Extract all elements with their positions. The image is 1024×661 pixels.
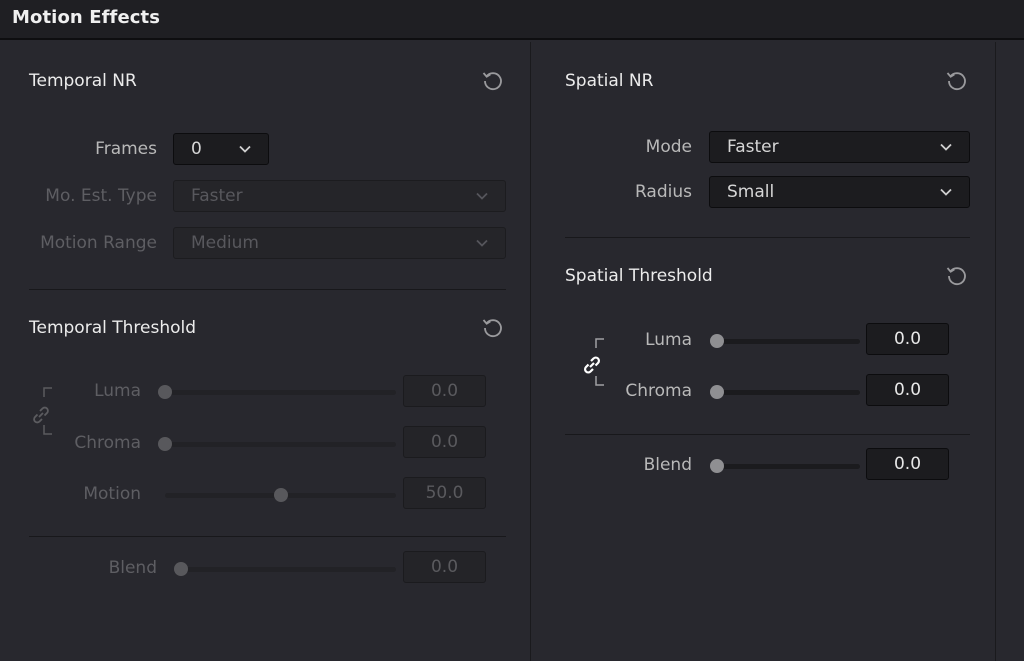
slider-knob[interactable] <box>174 562 188 576</box>
spatial-blend-label: Blend <box>643 455 692 475</box>
mo-est-type-label: Mo. Est. Type <box>45 186 157 206</box>
mode-value: Faster <box>727 137 779 157</box>
spatial-blend-value[interactable]: 0.0 <box>866 448 949 480</box>
spatial-nr-title: Spatial NR <box>565 71 654 91</box>
temporal-chroma-slider[interactable] <box>158 437 396 451</box>
temporal-luma-value[interactable]: 0.0 <box>403 375 486 407</box>
radius-label: Radius <box>634 182 692 202</box>
mode-dropdown[interactable]: Faster <box>709 131 970 163</box>
spatial-luma-slider[interactable] <box>710 334 860 348</box>
motion-range-dropdown[interactable]: Medium <box>173 227 506 259</box>
divider <box>565 434 970 435</box>
chevron-down-icon <box>239 145 251 153</box>
slider-knob[interactable] <box>158 385 172 399</box>
mo-est-type-dropdown[interactable]: Faster <box>173 180 506 212</box>
side-edge-panel <box>997 42 1024 661</box>
spatial-panel: Spatial NR Mode Faster Radius Small Spat… <box>532 42 996 661</box>
temporal-motion-value[interactable]: 50.0 <box>403 477 486 509</box>
motion-range-value: Medium <box>191 233 259 253</box>
chevron-down-icon <box>476 239 488 247</box>
radius-value: Small <box>727 182 775 202</box>
link-icon[interactable] <box>30 404 52 426</box>
panel-title: Motion Effects <box>12 7 161 28</box>
spatial-chroma-slider[interactable] <box>710 385 860 399</box>
spatial-chroma-label: Chroma <box>625 381 692 401</box>
slider-track <box>717 339 860 344</box>
chevron-down-icon <box>940 188 952 196</box>
slider-knob[interactable] <box>710 459 724 473</box>
slider-knob[interactable] <box>273 488 288 502</box>
temporal-panel: Temporal NR Frames 0 Mo. Est. Type Faste… <box>0 42 531 661</box>
divider <box>565 237 970 238</box>
spatial-luma-value[interactable]: 0.0 <box>866 323 949 355</box>
temporal-chroma-label: Chroma <box>74 433 141 453</box>
slider-track <box>165 390 396 395</box>
slider-track <box>717 390 860 395</box>
link-icon[interactable] <box>581 354 603 376</box>
slider-track <box>181 567 396 572</box>
reset-icon[interactable] <box>480 315 504 339</box>
temporal-motion-label: Motion <box>83 484 141 504</box>
temporal-motion-slider[interactable] <box>165 488 396 502</box>
temporal-chroma-value[interactable]: 0.0 <box>403 426 486 458</box>
motion-range-label: Motion Range <box>40 233 157 253</box>
reset-icon[interactable] <box>480 68 504 92</box>
spatial-luma-label: Luma <box>645 330 692 350</box>
radius-dropdown[interactable]: Small <box>709 176 970 208</box>
temporal-threshold-title: Temporal Threshold <box>29 318 197 338</box>
slider-knob[interactable] <box>158 437 172 451</box>
frames-label: Frames <box>95 139 157 159</box>
frames-value: 0 <box>191 139 202 159</box>
mode-label: Mode <box>645 137 692 157</box>
temporal-blend-label: Blend <box>108 558 157 578</box>
slider-track <box>717 464 860 469</box>
slider-knob[interactable] <box>710 385 724 399</box>
reset-icon[interactable] <box>944 68 968 92</box>
temporal-blend-slider[interactable] <box>174 562 396 576</box>
slider-knob[interactable] <box>710 334 724 348</box>
divider <box>29 289 506 290</box>
temporal-luma-label: Luma <box>94 381 141 401</box>
reset-icon[interactable] <box>944 263 968 287</box>
chevron-down-icon <box>476 192 488 200</box>
temporal-nr-title: Temporal NR <box>29 71 137 91</box>
spatial-threshold-title: Spatial Threshold <box>565 266 713 286</box>
temporal-luma-slider[interactable] <box>158 385 396 399</box>
panel-header: Motion Effects <box>0 0 1024 40</box>
spatial-blend-slider[interactable] <box>710 459 860 473</box>
spatial-chroma-value[interactable]: 0.0 <box>866 374 949 406</box>
mo-est-type-value: Faster <box>191 186 243 206</box>
divider <box>29 536 506 537</box>
link-bracket-top <box>595 338 604 348</box>
link-bracket-top <box>43 387 52 397</box>
slider-track <box>165 442 396 447</box>
frames-dropdown[interactable]: 0 <box>173 133 269 165</box>
temporal-blend-value[interactable]: 0.0 <box>403 551 486 583</box>
chevron-down-icon <box>940 143 952 151</box>
